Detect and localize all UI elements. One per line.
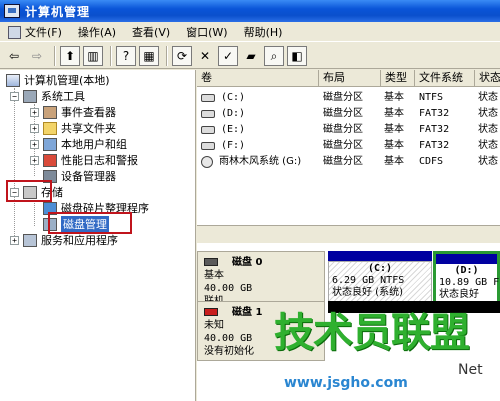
tree-item-local-users[interactable]: + 本地用户和组 (30, 136, 127, 152)
column-header-status[interactable]: 状态 (475, 70, 500, 87)
expand-icon[interactable]: + (30, 139, 39, 149)
back-arrow-icon[interactable]: ⇦ (4, 46, 24, 66)
menu-file[interactable]: 文件(F) (6, 24, 64, 40)
tree-item-label: 事件查看器 (61, 106, 116, 119)
drive-icon (201, 110, 215, 118)
tree-connector (34, 200, 35, 226)
tree-item-root[interactable]: 计算机管理(本地) (6, 72, 110, 88)
column-header-filesystem[interactable]: 文件系统 (415, 70, 475, 87)
pane-splitter[interactable] (197, 225, 500, 243)
tree-item-label: 本地用户和组 (61, 138, 127, 151)
highlight-box-storage (6, 180, 52, 202)
toolbar-separator (54, 45, 56, 66)
toolbar: ⇦ ⇨ ⬆ ▥ ? ▦ ⟳ ✕ ✓ ▰ ⌕ ◧ (0, 43, 500, 69)
cd-drive-icon (201, 156, 213, 168)
tree-item-label: 设备管理器 (61, 170, 116, 183)
tree-connector (14, 88, 15, 238)
column-header-type[interactable]: 类型 (381, 70, 415, 87)
watermark-title: 技术员联盟 (274, 310, 470, 356)
table-row[interactable]: (D:) 磁盘分区 基本 FAT32 状态 (197, 106, 500, 122)
tree-item-label: 性能日志和警报 (61, 154, 138, 167)
explore-icon[interactable]: ◧ (287, 45, 307, 66)
help-icon[interactable]: ? (116, 45, 136, 66)
partition-bar (436, 254, 497, 264)
column-header-volume[interactable]: 卷 (197, 70, 319, 87)
expand-icon[interactable]: + (30, 107, 39, 117)
computer-management-icon (4, 4, 20, 18)
services-icon (23, 233, 37, 247)
tree-item-services[interactable]: + 服务和应用程序 (10, 232, 118, 248)
forward-arrow-icon[interactable]: ⇨ (27, 46, 47, 66)
event-viewer-icon (43, 105, 57, 119)
menu-action[interactable]: 操作(A) (76, 24, 118, 40)
drive-icon (201, 94, 215, 102)
disk-icon (204, 258, 218, 266)
properties-icon[interactable]: ▦ (139, 45, 159, 66)
tree-item-label: 计算机管理(本地) (24, 74, 110, 87)
tree-item-label: 共享文件夹 (61, 122, 116, 135)
tree-item-label: 系统工具 (41, 90, 85, 103)
title-bar[interactable]: 计算机管理 (0, 0, 500, 22)
menu-window[interactable]: 窗口(W) (184, 24, 229, 40)
column-header-layout[interactable]: 布局 (319, 70, 381, 87)
expand-icon[interactable]: + (30, 123, 39, 133)
volume-list-header: 卷 布局 类型 文件系统 状态 (197, 70, 500, 87)
show-hide-tree-icon[interactable]: ▥ (83, 45, 103, 66)
watermark: 技术员联盟 Net www.jsgho.com (262, 300, 500, 401)
tree-item-perf-logs[interactable]: + 性能日志和警报 (30, 152, 138, 168)
table-row[interactable]: 雨林木风系统 (G:) 磁盘分区 基本 CDFS 状态 (197, 154, 500, 170)
up-folder-icon[interactable]: ⬆ (60, 45, 80, 66)
users-icon (43, 137, 57, 151)
expand-icon[interactable]: + (30, 155, 39, 165)
tools-icon (23, 89, 37, 103)
tree-item-system-tools[interactable]: − 系统工具 (10, 88, 85, 104)
menu-bar: 文件(F) 操作(A) 查看(V) 窗口(W) 帮助(H) (0, 22, 500, 42)
tree-item-event-viewer[interactable]: + 事件查看器 (30, 104, 116, 120)
check-icon[interactable]: ✓ (218, 45, 238, 66)
open-folder-icon[interactable]: ▰ (241, 46, 261, 66)
menu-help[interactable]: 帮助(H) (242, 24, 285, 40)
refresh-icon[interactable]: ⟳ (172, 45, 192, 66)
volume-list: 卷 布局 类型 文件系统 状态 (C:) 磁盘分区 基本 NTFS 状态 (D:… (197, 70, 500, 225)
toolbar-separator (110, 45, 112, 66)
menu-view[interactable]: 查看(V) (130, 24, 172, 40)
watermark-url: www.jsgho.com (284, 375, 408, 391)
window-title: 计算机管理 (25, 4, 91, 19)
performance-icon (43, 153, 57, 167)
table-row[interactable]: (C:) 磁盘分区 基本 NTFS 状态 (197, 90, 500, 106)
tree-item-shared-folders[interactable]: + 共享文件夹 (30, 120, 116, 136)
watermark-suffix: Net (458, 362, 483, 378)
mmc-icon (8, 26, 21, 39)
expand-icon[interactable]: + (10, 235, 19, 245)
table-row[interactable]: (E:) 磁盘分区 基本 FAT32 状态 (197, 122, 500, 138)
tree-item-label: 服务和应用程序 (41, 234, 118, 247)
collapse-icon[interactable]: − (10, 91, 19, 101)
delete-icon[interactable]: ✕ (195, 46, 215, 66)
table-row[interactable]: (F:) 磁盘分区 基本 FAT32 状态 (197, 138, 500, 154)
computer-icon (6, 73, 20, 87)
tree-item-device-manager[interactable]: 设备管理器 (43, 168, 116, 184)
disk-error-icon (204, 308, 218, 316)
folder-icon (43, 121, 57, 135)
partition-bar (328, 251, 432, 261)
drive-icon (201, 126, 215, 134)
find-icon[interactable]: ⌕ (264, 45, 284, 66)
console-tree: 计算机管理(本地) − 系统工具 + 事件查看器 + 共享文件夹 + 本地用户和… (0, 70, 196, 401)
highlight-box-disk-management (48, 212, 132, 234)
drive-icon (201, 142, 215, 150)
toolbar-separator (166, 45, 168, 66)
